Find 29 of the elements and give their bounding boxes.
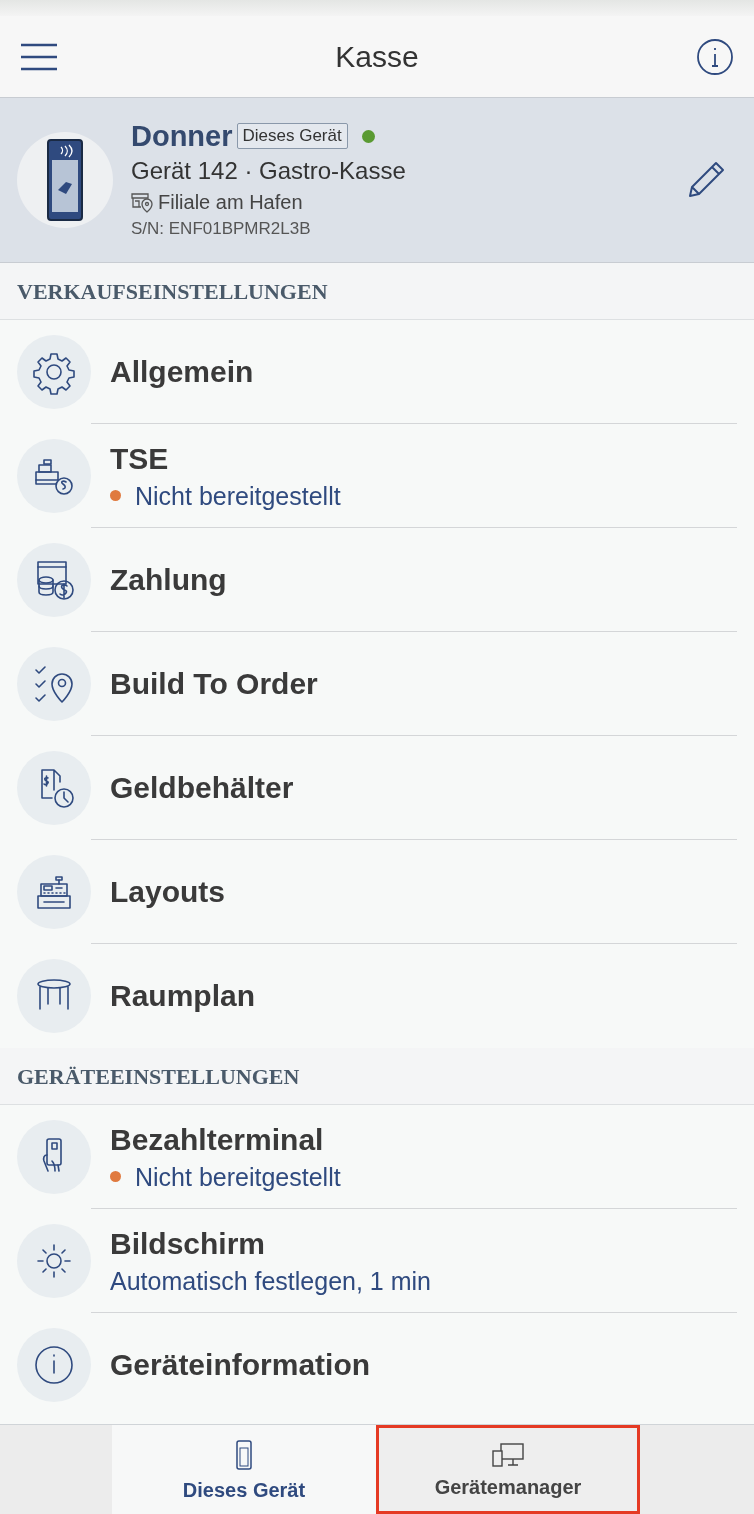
nav-tab[interactable]: Dieses Gerät [112, 1425, 376, 1514]
item-title[interactable]: Geldbehälter [110, 767, 737, 808]
devices-icon [492, 1442, 524, 1467]
info-icon[interactable] [696, 37, 734, 76]
nav-tab[interactable]: Gerätemanager [376, 1425, 640, 1514]
item-title[interactable]: Bildschirm [110, 1223, 737, 1264]
terminal-icon [46, 138, 84, 222]
item-title[interactable]: Layouts [110, 871, 737, 912]
item-title[interactable]: Zahlung [110, 559, 737, 600]
store-location-icon [131, 191, 153, 213]
serial-number: S/N: ENF01BPMR2L3B [131, 218, 312, 240]
item-title[interactable]: Raumplan [110, 976, 737, 1016]
item-subtitle: Automatisch festlegen, 1 min [110, 1265, 431, 1297]
device-badge: Dieses Gerät [236, 123, 348, 149]
section-header: VERKAUFSEINSTELLUNGEN [0, 263, 754, 320]
menu-icon[interactable] [20, 42, 58, 71]
item-title[interactable]: Build To Order [110, 663, 737, 704]
device-name: Donner [131, 119, 233, 154]
item-title[interactable]: TSE [110, 438, 737, 479]
item-subtitle: Nicht bereitgestellt [135, 1161, 341, 1193]
item-title[interactable]: Bezahlterminal [110, 1119, 737, 1160]
device-location: Filiale am Hafen [158, 190, 303, 215]
item-title[interactable]: Allgemein [110, 351, 737, 392]
section-header: GERÄTEEINSTELLUNGEN [0, 1048, 754, 1105]
device-model: Gerät 142 · Gastro-Kasse [131, 156, 407, 186]
phone-icon [236, 1439, 252, 1470]
item-title[interactable]: Geräteinformation [110, 1345, 737, 1385]
page-title: Kasse [335, 39, 419, 75]
item-subtitle: Nicht bereitgestellt [135, 480, 341, 512]
